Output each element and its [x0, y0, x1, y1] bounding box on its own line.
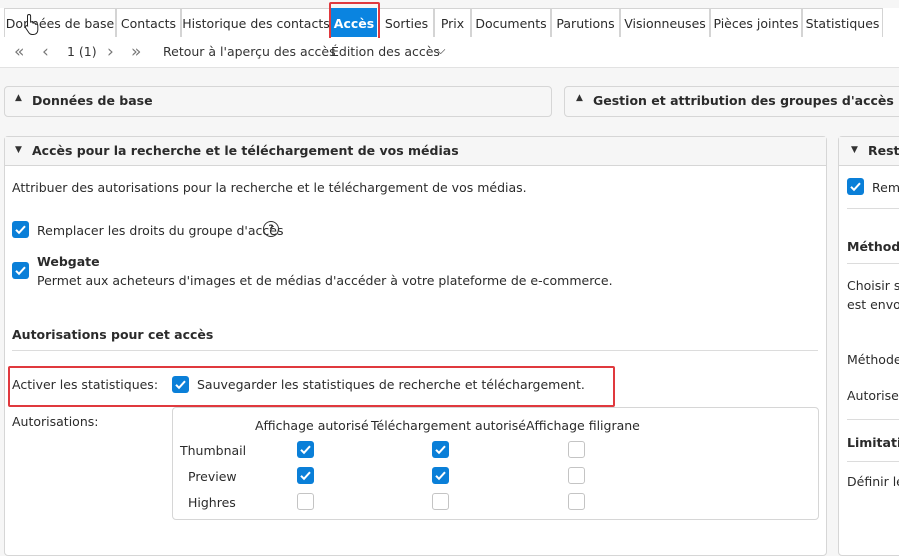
- highres-watermark-checkbox[interactable]: [568, 493, 585, 510]
- tab-label: Prix: [440, 16, 465, 31]
- divider: [847, 263, 899, 264]
- tab-label: Pièces jointes: [713, 16, 799, 31]
- authorize-label: Autoriser: [847, 388, 899, 403]
- tab-label: Visionneuses: [624, 16, 706, 31]
- webgate-checkbox[interactable]: [12, 262, 29, 279]
- row-label-preview: Preview: [188, 469, 237, 484]
- preview-download-checkbox[interactable]: [432, 467, 449, 484]
- preview-watermark-checkbox[interactable]: [568, 467, 585, 484]
- tab-prix[interactable]: Prix: [434, 8, 471, 37]
- tab-visionneuses[interactable]: Visionneuses: [620, 8, 710, 37]
- groups-title: Gestion et attribution des groupes d'acc…: [593, 93, 894, 108]
- tab-sorties[interactable]: Sorties: [379, 8, 434, 37]
- column-header: Téléchargement autorisé: [371, 418, 526, 433]
- stats-highlight: [8, 366, 615, 407]
- column-header: Affichage autorisé: [255, 418, 369, 433]
- thumbnail-display-checkbox[interactable]: [297, 441, 314, 458]
- thumbnail-download-checkbox[interactable]: [432, 441, 449, 458]
- column-header: Affichage filigrane: [526, 418, 640, 433]
- tab-label: Historique des contacts: [182, 16, 330, 31]
- choose-text-line1: Choisir si: [847, 278, 899, 293]
- replace-rights-label: Remplacer les droits du groupe d'accès: [37, 223, 284, 238]
- replace-rights-checkbox[interactable]: [12, 221, 29, 238]
- restriction-checkbox-label: Rem: [872, 180, 899, 195]
- method-label: Méthode: [847, 352, 899, 367]
- tab-label: Sorties: [384, 16, 429, 31]
- divider: [847, 461, 899, 462]
- tab-donnees-de-base[interactable]: Données de base: [4, 8, 116, 37]
- auth-label: Autorisations:: [12, 414, 99, 429]
- tab-label: Contacts: [120, 16, 177, 31]
- permissions-heading: Autorisations pour cet accès: [12, 327, 214, 342]
- restrictions-panel: [838, 136, 899, 556]
- tab-highlight: [329, 2, 380, 43]
- page-indicator: 1 (1): [67, 44, 97, 59]
- tab-label: Statistiques: [805, 16, 880, 31]
- row-label-thumbnail: Thumbnail: [180, 443, 247, 458]
- tab-label: Documents: [475, 16, 547, 31]
- tab-contacts[interactable]: Contacts: [116, 8, 181, 37]
- access-intro: Attribuer des autorisations pour la rech…: [12, 180, 527, 195]
- caret-down-icon: ▼: [15, 145, 22, 155]
- caret-up-icon: ▲: [15, 93, 22, 103]
- define-label: Définir le: [847, 474, 899, 489]
- divider: [847, 419, 899, 420]
- back-to-overview-link[interactable]: Retour à l'aperçu des accès: [163, 38, 336, 66]
- chevron-down-icon[interactable]: ⌵: [436, 36, 445, 64]
- help-icon[interactable]: ?: [263, 221, 279, 237]
- divider: [12, 350, 818, 351]
- caret-down-icon: ▼: [851, 145, 858, 155]
- thumbnail-watermark-checkbox[interactable]: [568, 441, 585, 458]
- caret-up-icon: ▲: [576, 93, 583, 103]
- highres-download-checkbox[interactable]: [432, 493, 449, 510]
- next-page-icon[interactable]: ›: [107, 38, 114, 66]
- tab-statistiques[interactable]: Statistiques: [802, 8, 883, 37]
- highres-display-checkbox[interactable]: [297, 493, 314, 510]
- tab-label: Données de base: [5, 16, 115, 31]
- base-data-title: Données de base: [32, 93, 153, 108]
- tab-label: Parutions: [556, 16, 615, 31]
- tab-pieces-jointes[interactable]: Pièces jointes: [710, 8, 802, 37]
- tab-documents[interactable]: Documents: [471, 8, 551, 37]
- row-label-highres: Highres: [188, 495, 236, 510]
- tab-parutions[interactable]: Parutions: [551, 8, 620, 37]
- access-title: Accès pour la recherche et le télécharge…: [32, 143, 459, 158]
- last-page-icon[interactable]: »: [131, 38, 141, 66]
- divider: [847, 208, 899, 209]
- limitation-heading: Limitation: [847, 435, 899, 450]
- webgate-description: Permet aux acheteurs d'images et de médi…: [37, 273, 613, 288]
- hand-cursor-icon: [24, 13, 39, 35]
- webgate-title: Webgate: [37, 254, 100, 269]
- restrictions-title: Restr: [868, 143, 899, 158]
- restriction-checkbox[interactable]: [847, 178, 864, 195]
- choose-text-line2: est envoy: [847, 297, 899, 312]
- preview-display-checkbox[interactable]: [297, 467, 314, 484]
- tab-historique-des-contacts[interactable]: Historique des contacts: [181, 8, 331, 37]
- method-heading: Méthode: [847, 239, 899, 254]
- prev-page-icon[interactable]: ‹: [42, 38, 49, 66]
- edit-access-menu[interactable]: Édition des accès: [331, 38, 440, 66]
- first-page-icon[interactable]: «: [14, 38, 24, 66]
